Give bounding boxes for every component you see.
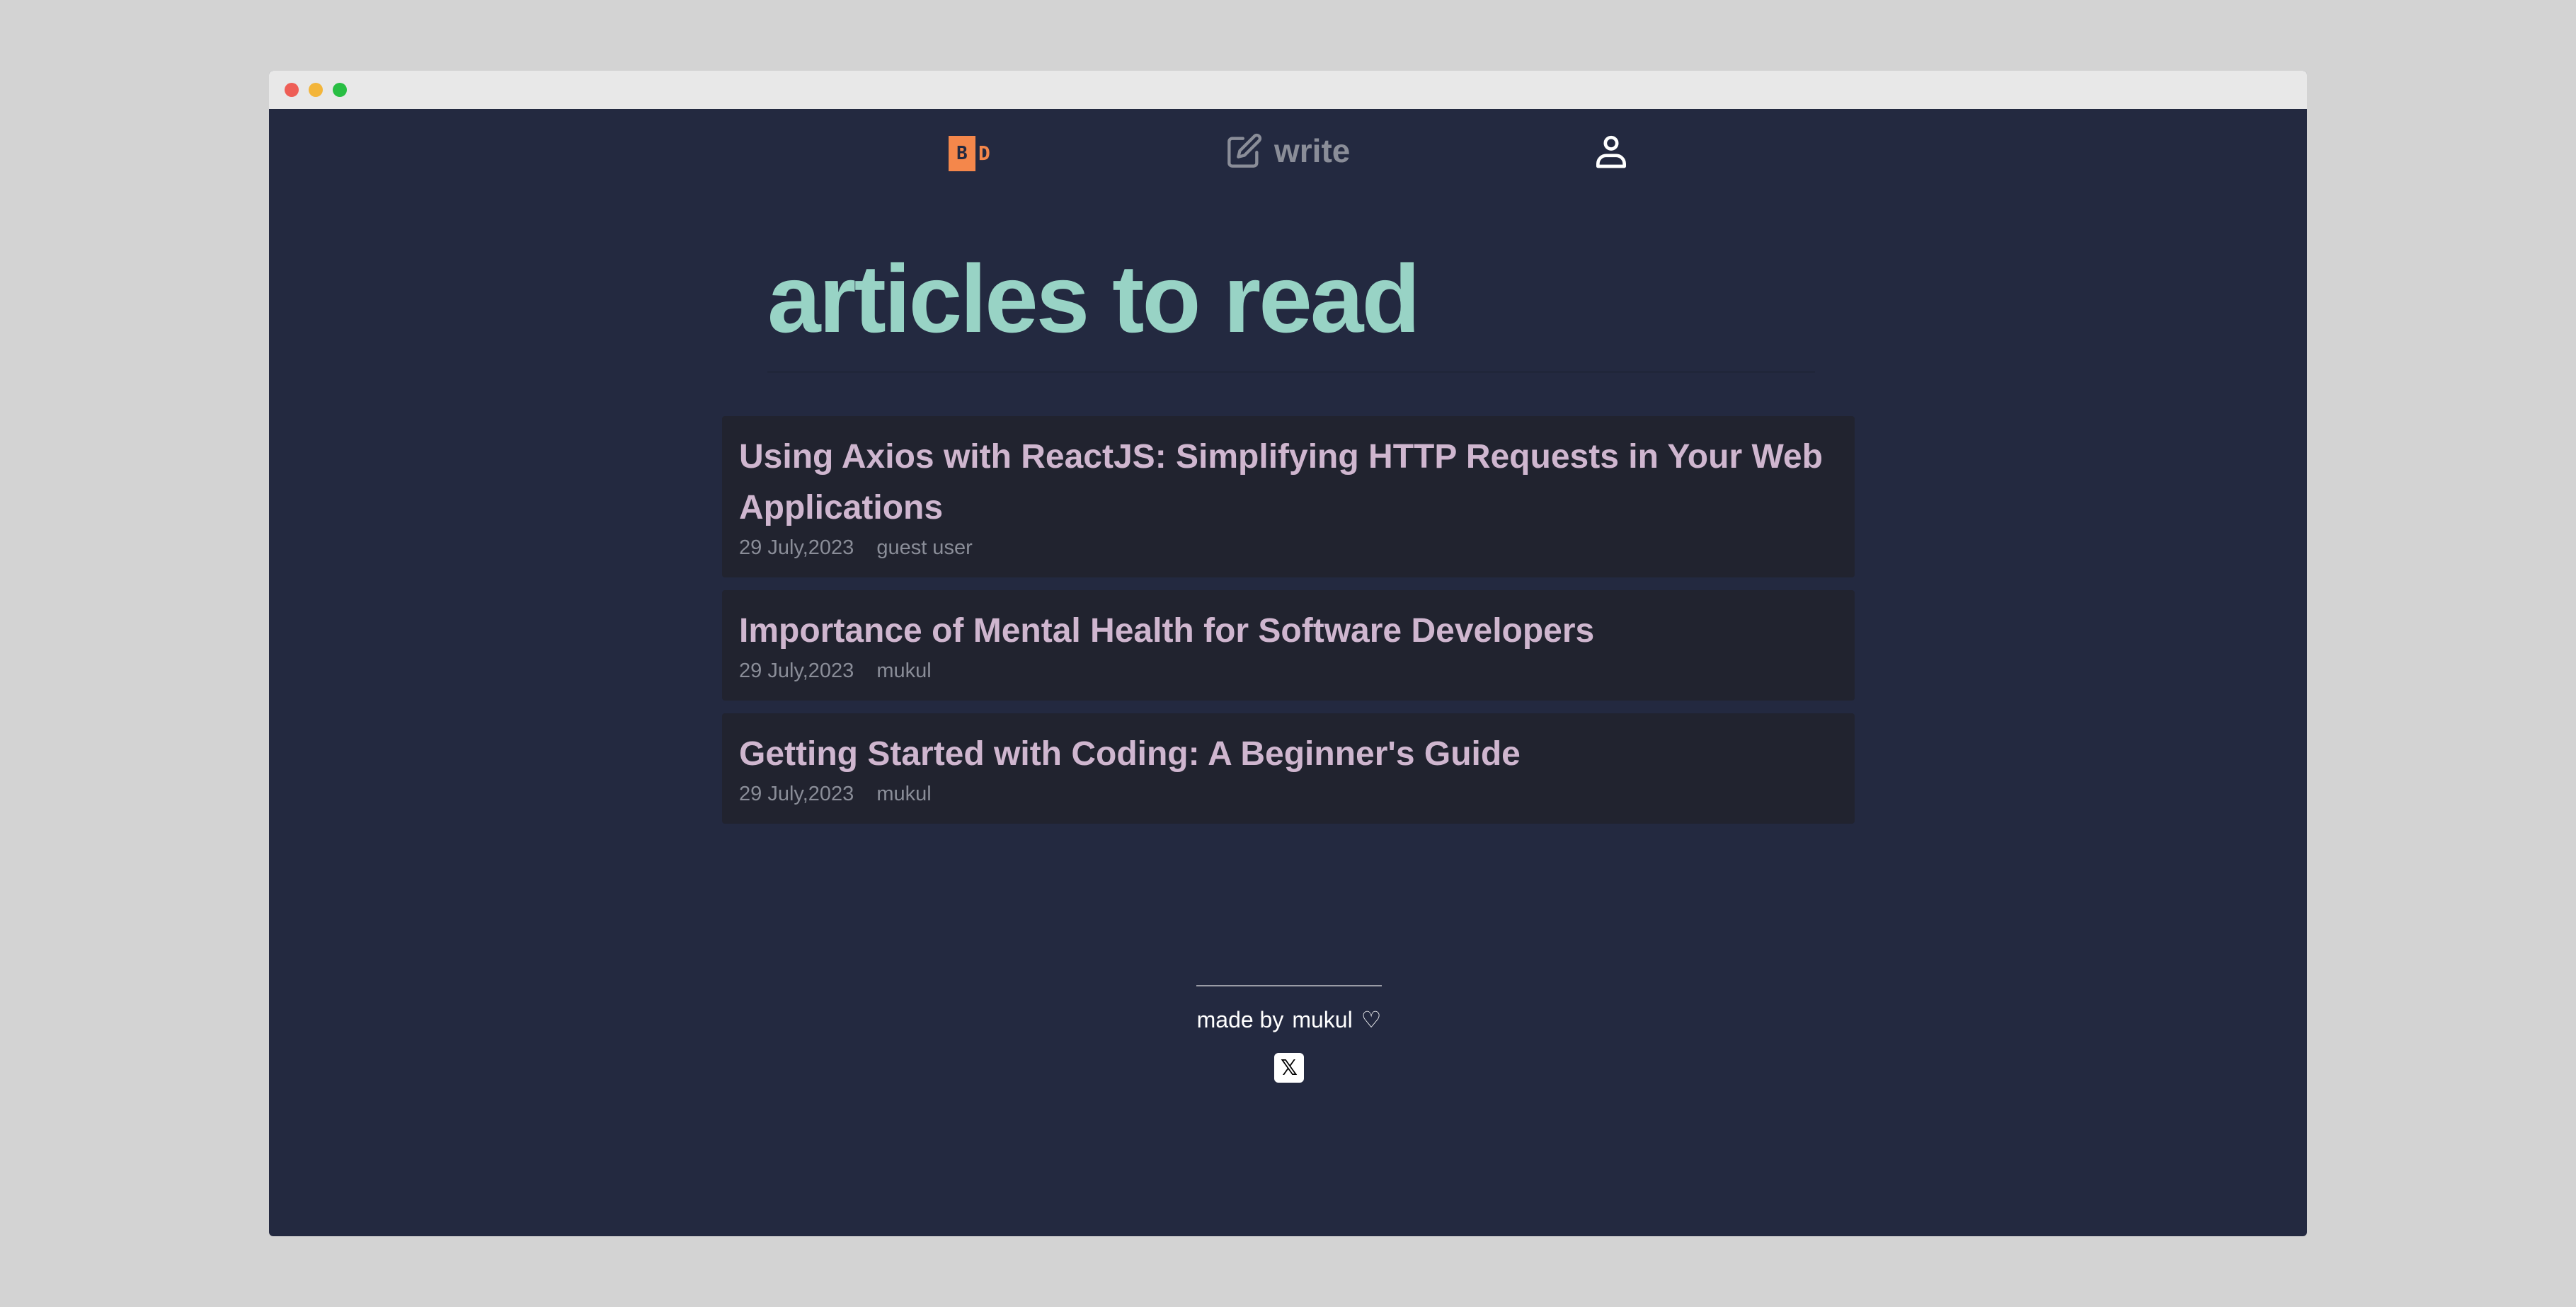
x-social-link[interactable]: 𝕏 (1274, 1053, 1304, 1083)
article-card[interactable]: Getting Started with Coding: A Beginner'… (722, 713, 1855, 824)
browser-window: B D write articles to read Using Axios w… (269, 71, 2307, 1236)
minimize-window-button[interactable] (309, 83, 323, 97)
write-link[interactable]: write (1226, 132, 1350, 170)
article-date: 29 July,2023 (739, 660, 854, 682)
x-icon: 𝕏 (1280, 1056, 1298, 1080)
article-list: Using Axios with ReactJS: Simplifying HT… (722, 416, 1855, 824)
page-footer: made by mukul ♡ 𝕏 (1196, 985, 1382, 1083)
footer-divider (1196, 985, 1382, 986)
author-link[interactable]: mukul (1292, 1007, 1352, 1033)
window-titlebar (269, 71, 2307, 109)
page-title: articles to read (767, 245, 1421, 352)
home-logo-link[interactable]: B D (949, 136, 990, 171)
page-content: B D write articles to read Using Axios w… (269, 109, 2307, 1236)
article-date: 29 July,2023 (739, 783, 854, 805)
article-author: guest user (876, 536, 973, 559)
logo-b-mark: B (949, 136, 975, 171)
write-label: write (1274, 132, 1351, 169)
article-title[interactable]: Using Axios with ReactJS: Simplifying HT… (739, 432, 1838, 534)
article-date: 29 July,2023 (739, 536, 854, 559)
title-divider (767, 371, 1815, 373)
heart-icon: ♡ (1361, 1007, 1382, 1032)
user-icon (1596, 135, 1626, 168)
article-title[interactable]: Getting Started with Coding: A Beginner'… (739, 729, 1838, 780)
article-author: mukul (876, 783, 932, 805)
article-meta: 29 July,2023 guest user (739, 535, 1838, 560)
logo-d-mark: D (978, 142, 990, 165)
user-profile-link[interactable] (1590, 130, 1632, 173)
footer-credit: made by mukul ♡ (1196, 1006, 1382, 1033)
article-card[interactable]: Using Axios with ReactJS: Simplifying HT… (722, 416, 1855, 577)
article-card[interactable]: Importance of Mental Health for Software… (722, 590, 1855, 701)
close-window-button[interactable] (285, 83, 299, 97)
made-by-label: made by (1196, 1006, 1284, 1032)
article-author: mukul (876, 660, 932, 682)
article-title[interactable]: Importance of Mental Health for Software… (739, 606, 1838, 657)
maximize-window-button[interactable] (333, 83, 347, 97)
article-meta: 29 July,2023 mukul (739, 658, 1838, 684)
edit-icon (1227, 133, 1262, 168)
top-nav: B D write (269, 129, 2307, 174)
article-meta: 29 July,2023 mukul (739, 781, 1838, 807)
